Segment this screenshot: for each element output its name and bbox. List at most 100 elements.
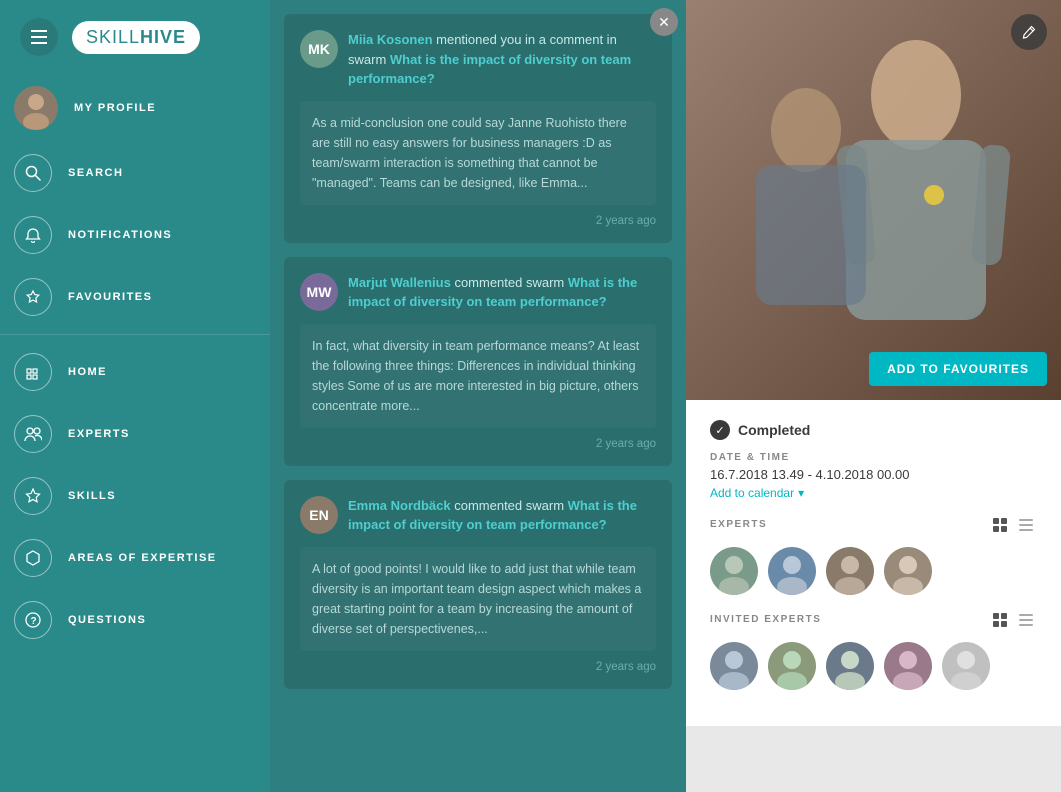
completed-icon: ✓ (710, 420, 730, 440)
notif-swarm-link-1[interactable]: What is the impact of diversity on team … (348, 52, 631, 87)
sidebar-item-favourites[interactable]: FAVOURITES (0, 266, 270, 328)
edit-button[interactable] (1011, 14, 1047, 50)
notif-avatar-3: EN (300, 496, 338, 534)
close-notification-button[interactable]: ✕ (650, 8, 678, 36)
notif-header-3: EN Emma Nordbäck commented swarm What is… (300, 496, 656, 535)
expert-avatar-1[interactable] (710, 547, 758, 595)
invited-expert-avatar-5[interactable] (942, 642, 990, 690)
sidebar-item-areas[interactable]: AREAS OF EXPERTISE (0, 527, 270, 589)
experts-title: EXPERTS (710, 519, 767, 530)
invited-expert-avatar-1[interactable] (710, 642, 758, 690)
grid-view-button[interactable] (989, 516, 1011, 537)
expert-avatar-3[interactable] (826, 547, 874, 595)
invited-expert-avatar-3[interactable] (826, 642, 874, 690)
event-info: ✓ Completed DATE & TIME 16.7.2018 13.49 … (686, 400, 1061, 726)
home-label: HOME (68, 366, 107, 378)
notif-text-1: Miia Kosonen mentioned you in a comment … (348, 30, 656, 89)
profile-avatar (14, 86, 58, 130)
avatar-image (14, 86, 58, 130)
expert-initials-4 (884, 547, 932, 595)
invited-expert-avatar-2[interactable] (768, 642, 816, 690)
completed-label: Completed (738, 422, 810, 438)
sidebar-item-my-profile[interactable]: MY PROFILE (0, 74, 270, 142)
home-icon (14, 353, 52, 391)
invited-grid-view-button[interactable] (989, 611, 1011, 632)
invited-expert-avatar-4[interactable] (884, 642, 932, 690)
expert-initials-2 (768, 547, 816, 595)
areas-icon (14, 539, 52, 577)
sidebar-item-search[interactable]: SEARCH (0, 142, 270, 204)
nav-divider (0, 334, 270, 335)
expert-avatar-2[interactable] (768, 547, 816, 595)
invited-view-toggle (989, 611, 1037, 632)
experts-avatars (710, 547, 1037, 595)
notif-action-3: commented swarm (454, 498, 567, 513)
sidebar-item-questions[interactable]: ? QUESTIONS (0, 589, 270, 651)
invited-experts-header: INVITED EXPERTS (710, 611, 1037, 632)
add-favourites-button[interactable]: ADD TO FAVOURITES (869, 352, 1047, 386)
experts-header: EXPERTS (710, 516, 1037, 537)
notif-body-3: A lot of good points! I would like to ad… (300, 547, 656, 651)
avatar-initials: MK (300, 30, 338, 68)
notification-card-1: ✕ MK Miia Kosonen mentioned you in a com… (284, 14, 672, 243)
invited-experts-avatars (710, 642, 1037, 690)
notif-header-1: MK Miia Kosonen mentioned you in a comme… (300, 30, 656, 89)
experts-icon (14, 415, 52, 453)
search-icon (14, 154, 52, 192)
expert-initials-1 (710, 547, 758, 595)
date-time-section: DATE & TIME 16.7.2018 13.49 - 4.10.2018 … (710, 452, 1037, 500)
notifications-label: NOTIFICATIONS (68, 229, 172, 241)
hero-overlay: ADD TO FAVOURITES (869, 352, 1047, 386)
notif-header-2: MW Marjut Wallenius commented swarm What… (300, 273, 656, 312)
view-toggle (989, 516, 1037, 537)
date-range: 16.7.2018 13.49 - 4.10.2018 00.00 (710, 467, 1037, 482)
notification-card-3: EN Emma Nordbäck commented swarm What is… (284, 480, 672, 689)
invited-list-view-button[interactable] (1015, 611, 1037, 632)
sidebar-item-experts[interactable]: EXPERTS (0, 403, 270, 465)
avatar-initials: MW (300, 273, 338, 311)
favourites-icon (14, 278, 52, 316)
notif-action-2: commented swarm (454, 275, 567, 290)
completed-row: ✓ Completed (710, 420, 1037, 440)
sidebar-item-home[interactable]: HOME (0, 341, 270, 403)
hero-bg (686, 0, 1061, 400)
sidebar-item-notifications[interactable]: NOTIFICATIONS (0, 204, 270, 266)
areas-label: AREAS OF EXPERTISE (68, 552, 217, 564)
add-to-calendar-link[interactable]: Add to calendar ▾ (710, 486, 1037, 500)
notif-time-1: 2 years ago (300, 215, 656, 227)
skills-icon (14, 477, 52, 515)
notif-text-3: Emma Nordbäck commented swarm What is th… (348, 496, 656, 535)
sidebar-item-skills[interactable]: SKILLS (0, 465, 270, 527)
date-time-title: DATE & TIME (710, 452, 1037, 463)
hamburger-button[interactable] (20, 18, 58, 56)
svg-text:?: ? (31, 616, 37, 627)
chevron-down-icon: ▾ (798, 486, 804, 500)
app-logo: SKILLHIVE (72, 21, 200, 54)
notif-avatar-1: MK (300, 30, 338, 68)
experts-label: EXPERTS (68, 428, 130, 440)
list-view-button[interactable] (1015, 516, 1037, 537)
search-label: SEARCH (68, 167, 123, 179)
add-calendar-text: Add to calendar (710, 486, 794, 500)
notif-author-link-2[interactable]: Marjut Wallenius (348, 275, 451, 290)
sidebar-header: SKILLHIVE (0, 0, 270, 74)
right-panel: ADD TO FAVOURITES ✓ Completed DATE & TIM… (686, 0, 1061, 792)
hamburger-line (31, 36, 47, 38)
questions-label: QUESTIONS (68, 614, 146, 626)
notif-time-3: 2 years ago (300, 661, 656, 673)
notif-author-link-3[interactable]: Emma Nordbäck (348, 498, 451, 513)
notif-avatar-2: MW (300, 273, 338, 311)
sidebar: SKILLHIVE MY PROFILE SEARCH (0, 0, 270, 792)
notifications-panel: ✕ MK Miia Kosonen mentioned you in a com… (270, 0, 686, 792)
notif-author-link-1[interactable]: Miia Kosonen (348, 32, 433, 47)
invited-expert-initials-4 (884, 642, 932, 690)
expert-avatar-4[interactable] (884, 547, 932, 595)
favourites-label: FAVOURITES (68, 291, 152, 303)
notification-card-2: MW Marjut Wallenius commented swarm What… (284, 257, 672, 466)
invited-experts-title: INVITED EXPERTS (710, 614, 821, 625)
logo-bold: HIVE (140, 27, 186, 47)
notif-body-2: In fact, what diversity in team performa… (300, 324, 656, 428)
notif-body-1: As a mid-conclusion one could say Janne … (300, 101, 656, 205)
profile-label: MY PROFILE (74, 102, 156, 114)
invited-expert-initials-5 (942, 642, 990, 690)
